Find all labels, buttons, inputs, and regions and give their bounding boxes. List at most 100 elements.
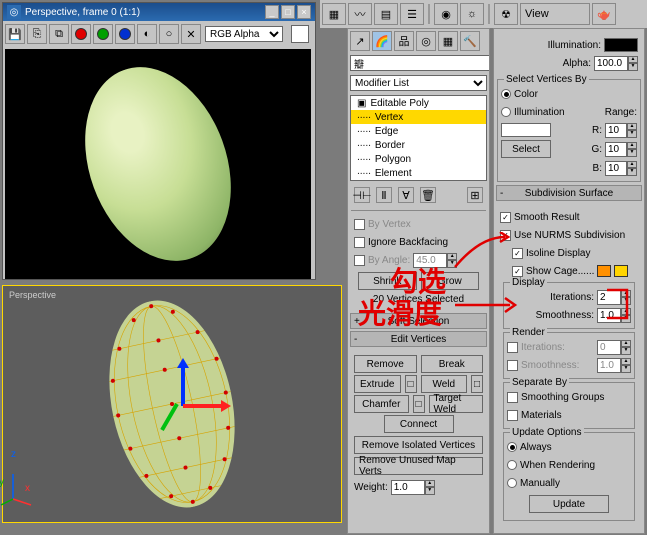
perspective-viewport[interactable]: Perspective [2, 285, 342, 523]
curve-editor-icon[interactable]: 〰 [348, 3, 372, 25]
hierarchy-tab-icon[interactable]: 品 [394, 31, 414, 51]
range-g-input[interactable] [605, 142, 627, 157]
display-tab-icon[interactable]: ▦ [438, 31, 458, 51]
sep-materials-checkbox[interactable] [507, 410, 518, 421]
remove-modifier-icon[interactable]: 🗑 [420, 187, 436, 203]
stack-polygon[interactable]: ∙∙∙∙∙ Polygon [351, 152, 486, 166]
by-vertex-checkbox[interactable] [354, 219, 365, 230]
grow-button[interactable]: Grow [421, 272, 480, 290]
maximize-icon[interactable]: □ [281, 5, 295, 19]
remove-unused-map-button[interactable]: Remove Unused Map Verts [354, 457, 483, 475]
stack-editable-poly[interactable]: ▣ Editable Poly [351, 96, 486, 110]
stack-vertex[interactable]: ∙∙∙∙∙ Vertex [351, 110, 486, 124]
channel-select[interactable]: RGB Alpha [205, 26, 283, 42]
render-smooth-checkbox[interactable] [507, 360, 518, 371]
weld-button[interactable]: Weld [421, 375, 468, 393]
extrude-settings-button[interactable]: □ [405, 375, 417, 393]
schematic-view-icon[interactable]: ▦ [322, 3, 346, 25]
update-rendering-radio[interactable] [507, 460, 517, 470]
ignore-backfacing-checkbox[interactable] [354, 237, 365, 248]
quick-render-icon[interactable]: ☢ [494, 3, 518, 25]
transform-gizmo[interactable] [143, 366, 223, 446]
remove-button[interactable]: Remove [354, 355, 417, 373]
minimize-icon[interactable]: _ [265, 5, 279, 19]
channel-green-icon[interactable] [93, 24, 113, 44]
target-weld-button[interactable]: Target Weld [429, 395, 484, 413]
copy-image-icon[interactable]: ⎘ [27, 24, 47, 44]
layer-manager-icon[interactable]: ☰ [400, 3, 424, 25]
gizmo-y-axis[interactable] [160, 403, 178, 431]
subdivision-surface-rollout[interactable]: -Subdivision Surface [496, 185, 642, 201]
select-by-illum-radio[interactable] [501, 107, 511, 117]
render-scene-icon[interactable]: ☼ [460, 3, 484, 25]
weight-input[interactable] [391, 480, 425, 495]
select-color-swatch[interactable] [501, 123, 551, 137]
select-button[interactable]: Select [501, 140, 551, 158]
close-icon[interactable]: × [297, 5, 311, 19]
render-teapot-icon[interactable]: 🫖 [592, 3, 616, 25]
chamfer-settings-button[interactable]: □ [413, 395, 425, 413]
display-smoothness-input[interactable] [597, 308, 621, 323]
utilities-tab-icon[interactable]: 🔨 [460, 31, 480, 51]
select-by-color-radio[interactable] [501, 89, 511, 99]
make-unique-icon[interactable]: ∀ [398, 187, 414, 203]
save-image-icon[interactable]: 💾 [5, 24, 25, 44]
modifier-stack[interactable]: ▣ Editable Poly ∙∙∙∙∙ Vertex ∙∙∙∙∙ Edge … [350, 95, 487, 181]
isoline-checkbox[interactable]: ✓ [512, 248, 523, 259]
range-r-input[interactable] [605, 123, 627, 138]
show-cage-checkbox[interactable]: ✓ [512, 266, 523, 277]
display-iterations-input[interactable] [597, 290, 621, 305]
pin-stack-icon[interactable]: ⊣⊢ [354, 187, 370, 203]
soft-selection-rollout[interactable]: +Soft Selection [350, 313, 487, 329]
update-manually-radio[interactable] [507, 478, 517, 488]
cage-color-1[interactable] [597, 265, 611, 277]
channel-red-icon[interactable] [71, 24, 91, 44]
stack-border[interactable]: ∙∙∙∙∙ Border [351, 138, 486, 152]
configure-sets-icon[interactable]: ⊞ [467, 187, 483, 203]
material-editor-icon[interactable]: ◉ [434, 3, 458, 25]
stack-edge[interactable]: ∙∙∙∙∙ Edge [351, 124, 486, 138]
render-type-select[interactable]: View [520, 3, 590, 25]
track-view-icon[interactable]: ▤ [374, 3, 398, 25]
clear-image-icon[interactable]: ✕ [181, 24, 201, 44]
clone-image-icon[interactable]: ⧉ [49, 24, 69, 44]
smooth-result-checkbox[interactable]: ✓ [500, 212, 511, 223]
select-by-legend: Select Vertices By [504, 74, 589, 85]
update-button[interactable]: Update [529, 495, 609, 513]
by-angle-checkbox[interactable] [354, 255, 365, 266]
edit-vertices-rollout[interactable]: -Edit Vertices [350, 331, 487, 347]
modify-tab-icon[interactable]: 🌈 [372, 31, 392, 51]
update-always-radio[interactable] [507, 442, 517, 452]
shrink-button[interactable]: Shrink [358, 272, 417, 290]
show-end-result-icon[interactable]: Ⅱ [376, 187, 392, 203]
connect-button[interactable]: Connect [384, 415, 454, 433]
remove-isolated-button[interactable]: Remove Isolated Vertices [354, 436, 483, 454]
object-name-field[interactable] [350, 55, 490, 71]
sep-smoothing-checkbox[interactable] [507, 392, 518, 403]
stack-element[interactable]: ∙∙∙∙∙ Element [351, 166, 486, 180]
use-nurms-checkbox[interactable]: ✓ [500, 230, 511, 241]
illumination-swatch[interactable] [604, 38, 638, 52]
bg-color-swatch[interactable] [291, 25, 309, 43]
chamfer-button[interactable]: Chamfer [354, 395, 409, 413]
break-button[interactable]: Break [421, 355, 484, 373]
modifier-list-dropdown[interactable]: Modifier List [350, 75, 487, 91]
create-tab-icon[interactable]: ↗ [350, 31, 370, 51]
weight-label: Weight: [354, 482, 388, 493]
channel-blue-icon[interactable] [115, 24, 135, 44]
weight-up-icon[interactable]: ▲ [425, 480, 435, 488]
cage-color-2[interactable] [614, 265, 628, 277]
channel-mono-icon[interactable]: ◐ [137, 24, 157, 44]
motion-tab-icon[interactable]: ◎ [416, 31, 436, 51]
weight-down-icon[interactable]: ▼ [425, 487, 435, 495]
range-b-input[interactable] [605, 161, 627, 176]
render-window-titlebar[interactable]: ◎ Perspective, frame 0 (1:1) _ □ × [3, 3, 315, 21]
extrude-button[interactable]: Extrude [354, 375, 401, 393]
render-iter-checkbox[interactable] [507, 342, 518, 353]
channel-alpha-icon[interactable]: ○ [159, 24, 179, 44]
alpha-input[interactable] [594, 56, 628, 71]
gizmo-z-axis[interactable] [181, 366, 185, 406]
weld-settings-button[interactable]: □ [471, 375, 483, 393]
display-group: Display Iterations: ▲▼ Smoothness: ▲▼ [503, 282, 635, 329]
gizmo-x-axis[interactable] [183, 404, 223, 408]
